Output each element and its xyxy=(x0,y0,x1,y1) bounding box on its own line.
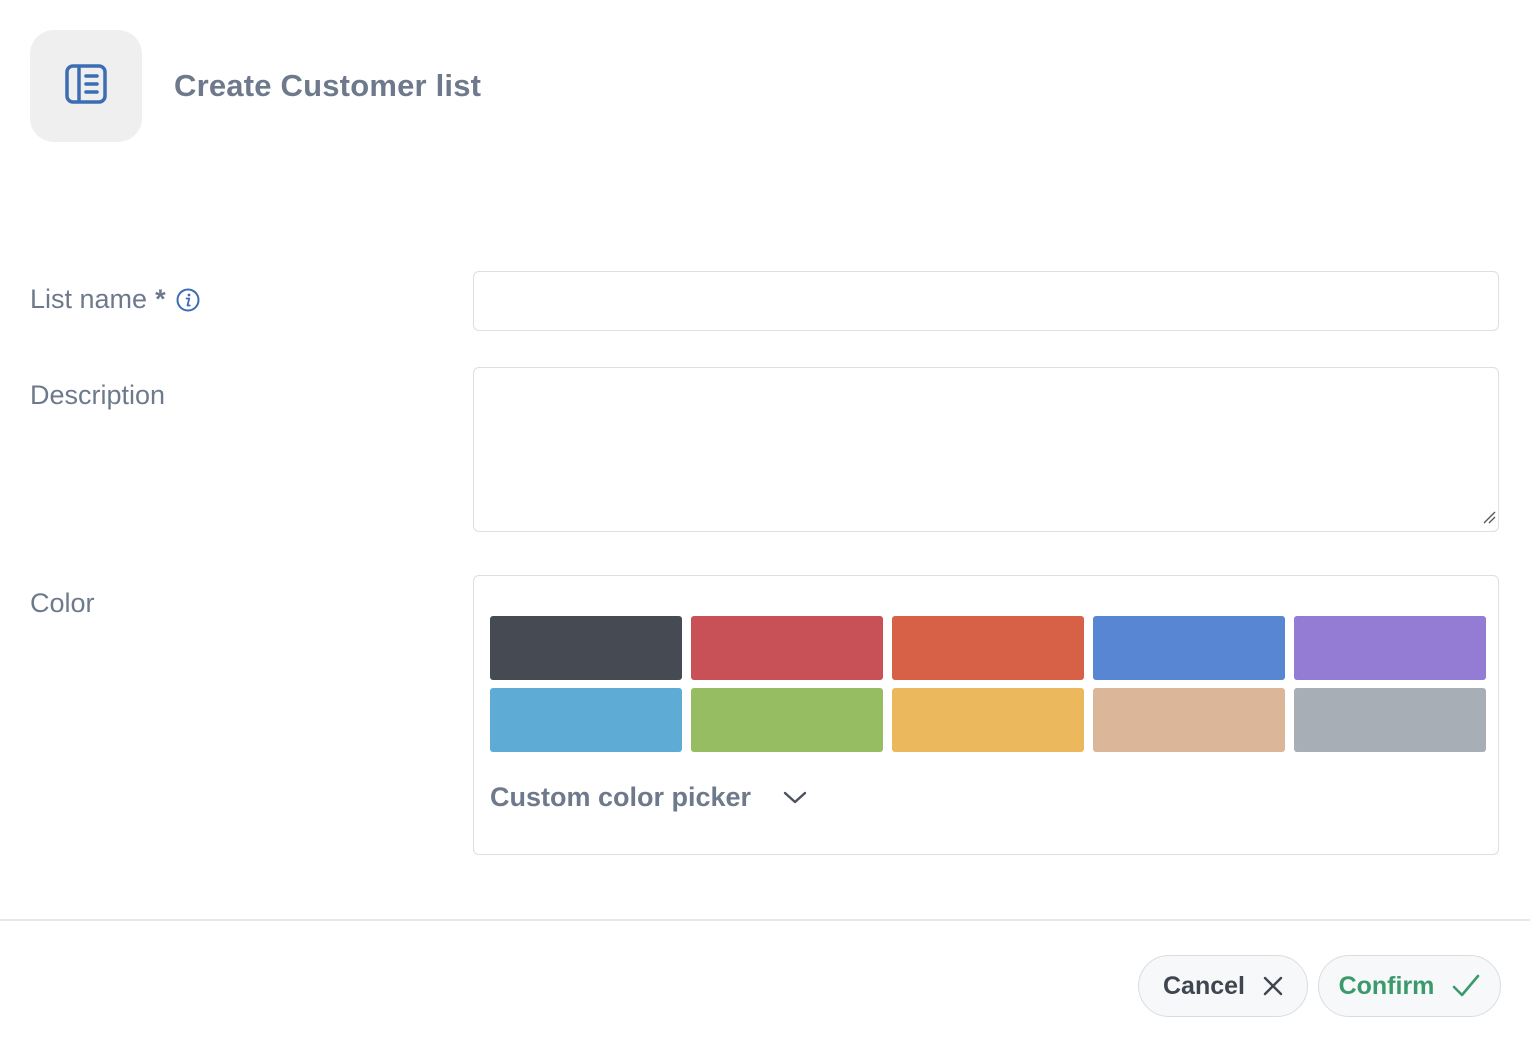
close-icon xyxy=(1263,976,1283,996)
resize-handle-icon[interactable] xyxy=(1482,510,1496,529)
list-name-label: List name xyxy=(30,284,148,314)
confirm-button[interactable]: Confirm xyxy=(1318,955,1501,1017)
color-swatch-9[interactable] xyxy=(1093,688,1285,752)
color-swatch-3[interactable] xyxy=(892,616,1084,680)
description-label: Description xyxy=(30,380,166,410)
cancel-label: Cancel xyxy=(1163,971,1245,1000)
list-icon xyxy=(65,63,107,109)
footer-divider xyxy=(0,919,1530,921)
info-icon[interactable] xyxy=(176,288,200,312)
color-swatch-1[interactable] xyxy=(490,616,682,680)
color-swatch-grid xyxy=(490,616,1486,752)
check-icon xyxy=(1452,974,1480,998)
color-swatch-2[interactable] xyxy=(691,616,883,680)
required-marker: * xyxy=(155,284,166,314)
list-name-input[interactable] xyxy=(473,271,1499,331)
color-picker-panel: Custom color picker xyxy=(473,575,1499,855)
list-name-label-row: List name * xyxy=(30,284,200,315)
custom-color-picker-toggle[interactable]: Custom color picker xyxy=(490,782,807,813)
color-label: Color xyxy=(30,588,95,618)
chevron-down-icon xyxy=(783,791,807,805)
confirm-label: Confirm xyxy=(1338,971,1435,1000)
color-swatch-8[interactable] xyxy=(892,688,1084,752)
dialog-header: Create Customer list xyxy=(30,30,481,142)
page-title: Create Customer list xyxy=(174,68,482,103)
color-swatch-10[interactable] xyxy=(1294,688,1486,752)
header-icon-container xyxy=(30,30,142,142)
color-swatch-4[interactable] xyxy=(1093,616,1285,680)
custom-color-picker-label: Custom color picker xyxy=(490,782,752,812)
color-swatch-6[interactable] xyxy=(490,688,682,752)
cancel-button[interactable]: Cancel xyxy=(1138,955,1308,1017)
color-swatch-5[interactable] xyxy=(1294,616,1486,680)
description-textarea[interactable] xyxy=(473,367,1499,532)
color-swatch-7[interactable] xyxy=(691,688,883,752)
